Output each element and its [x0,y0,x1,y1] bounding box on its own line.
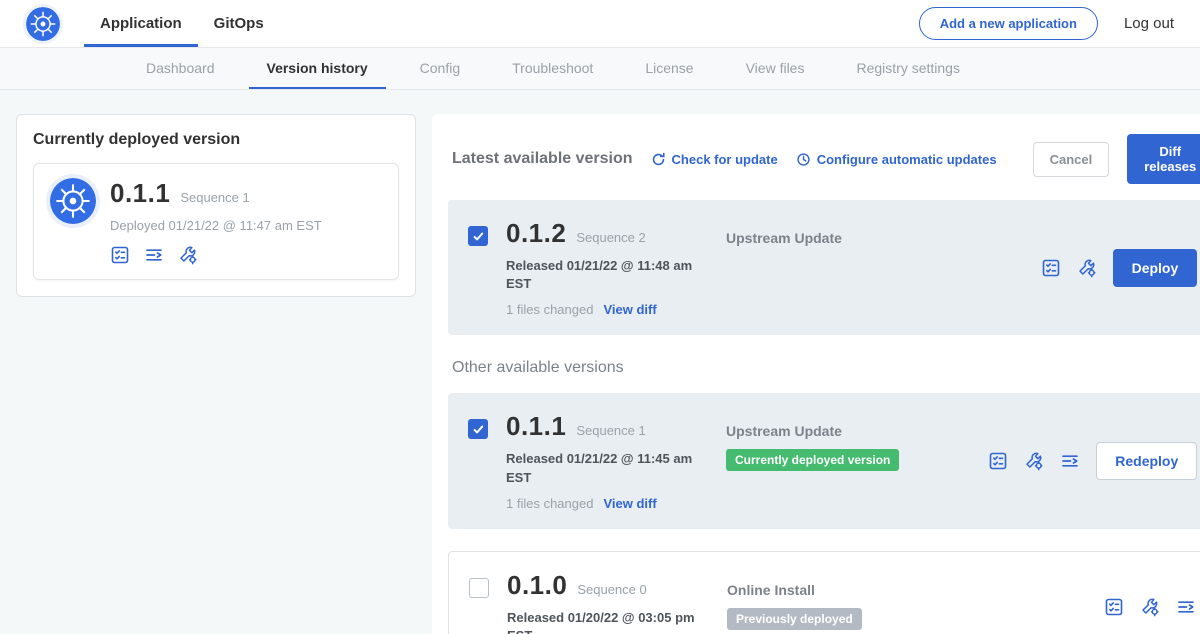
deploy-logs-icon[interactable] [1060,451,1080,471]
row-released-timestamp: Released 01/21/22 @ 11:45 am EST [506,450,696,486]
subnav-item-registry-settings[interactable]: Registry settings [838,48,977,89]
version-checkbox[interactable] [469,578,489,598]
app-subnav: Dashboard Version history Config Trouble… [0,48,1200,90]
cancel-button[interactable]: Cancel [1033,142,1110,177]
version-source-label: Upstream Update [726,230,1041,246]
deployed-timestamp: Deployed 01/21/22 @ 11:47 am EST [110,218,322,233]
row-version-number: 0.1.1 [506,411,566,442]
version-source-label: Upstream Update [726,423,988,439]
checkmark-icon [472,423,485,436]
other-versions-title: Other available versions [452,359,1200,377]
currently-deployed-badge: Currently deployed version [726,449,899,471]
subnav-item-version-history[interactable]: Version history [249,48,386,89]
release-notes-icon[interactable] [110,245,130,265]
configure-automatic-updates-link[interactable]: Configure automatic updates [796,152,997,167]
row-version-number: 0.1.2 [506,218,566,249]
row-sequence-label: Sequence 0 [577,582,646,597]
subnav-item-view-files[interactable]: View files [728,48,823,89]
latest-available-title: Latest available version [452,150,633,168]
release-notes-icon[interactable] [1104,597,1124,617]
subnav-item-troubleshoot[interactable]: Troubleshoot [494,48,611,89]
top-navbar: Application GitOps Add a new application… [0,0,1200,48]
version-checkbox[interactable] [468,226,488,246]
row-version-number: 0.1.0 [507,570,567,601]
view-diff-link[interactable]: View diff [603,496,656,511]
subnav-item-config[interactable]: Config [402,48,478,89]
subnav-item-dashboard[interactable]: Dashboard [128,48,233,89]
deployed-sequence-label: Sequence 1 [180,190,249,205]
version-row-0-1-0: 0.1.0 Sequence 0 Released 01/20/22 @ 03:… [448,551,1200,634]
row-released-timestamp: Released 01/20/22 @ 03:05 pm EST [507,609,697,634]
release-notes-icon[interactable] [1041,258,1061,278]
config-icon[interactable] [1077,258,1097,278]
topnav-tab-label: Application [100,15,182,32]
previously-deployed-badge: Previously deployed [727,608,862,630]
version-row-0-1-1: 0.1.1 Sequence 1 Released 01/21/22 @ 11:… [448,393,1200,528]
deployed-card-title: Currently deployed version [33,131,399,149]
topnav-tab-gitops[interactable]: GitOps [198,0,280,47]
deploy-logs-icon[interactable] [144,245,164,265]
version-history-panel: Latest available version Check for updat… [432,114,1200,634]
currently-deployed-card: Currently deployed version 0.1.1 Sequenc… [16,114,416,297]
refresh-icon [651,152,666,167]
add-application-button[interactable]: Add a new application [919,7,1098,40]
row-released-timestamp: Released 01/21/22 @ 11:48 am EST [506,257,696,293]
version-checkbox[interactable] [468,419,488,439]
version-source-label: Online Install [727,582,1104,598]
deployed-version-number: 0.1.1 [110,178,170,209]
config-icon[interactable] [1024,451,1044,471]
subnav-item-license[interactable]: License [627,48,711,89]
latest-available-header: Latest available version Check for updat… [448,128,1200,200]
config-icon[interactable] [178,245,198,265]
row-sequence-label: Sequence 2 [576,230,645,245]
logout-link[interactable]: Log out [1124,15,1174,32]
version-row-0-1-2: 0.1.2 Sequence 2 Released 01/21/22 @ 11:… [448,200,1200,335]
deploy-button[interactable]: Deploy [1113,249,1198,287]
checkmark-icon [472,230,485,243]
release-notes-icon[interactable] [988,451,1008,471]
main-content: Currently deployed version 0.1.1 Sequenc… [0,90,1200,634]
diff-releases-button[interactable]: Diff releases [1127,134,1200,184]
config-icon[interactable] [1140,597,1160,617]
app-kubernetes-icon [50,178,96,224]
files-changed-label: 1 files changed [506,302,593,317]
topnav-tab-application[interactable]: Application [84,0,198,47]
view-diff-link[interactable]: View diff [603,302,656,317]
check-for-update-link[interactable]: Check for update [651,152,778,167]
deployed-version-tile: 0.1.1 Sequence 1 Deployed 01/21/22 @ 11:… [33,163,399,280]
redeploy-button[interactable]: Redeploy [1096,442,1197,480]
kubernetes-logo-icon [26,7,60,41]
row-sequence-label: Sequence 1 [576,423,645,438]
topnav-tab-label: GitOps [214,15,264,32]
clock-icon [796,152,811,167]
files-changed-label: 1 files changed [506,496,593,511]
deploy-logs-icon[interactable] [1176,597,1196,617]
topnav-tabs: Application GitOps [84,0,280,47]
